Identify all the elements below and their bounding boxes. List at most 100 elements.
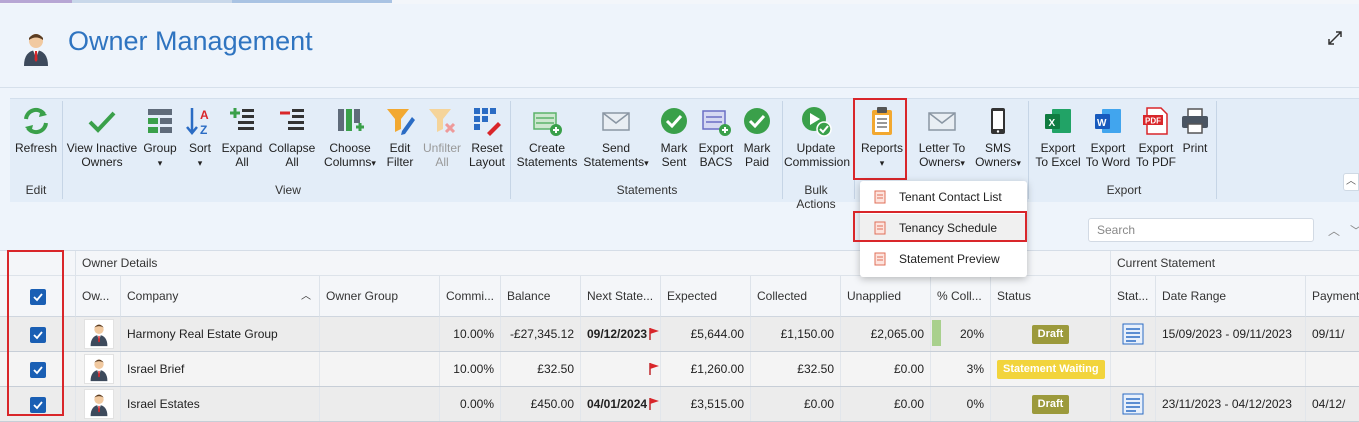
status-badge: Draft: [1031, 395, 1070, 415]
update-commission-icon: [802, 107, 832, 137]
column-header-commission[interactable]: Commi...: [440, 276, 501, 317]
payment-cell: 09/11/: [1312, 327, 1345, 341]
create-statements-button[interactable]: Create Statements: [516, 105, 578, 169]
collapse-all-button[interactable]: Collapse All: [266, 105, 318, 169]
status-badge: Draft: [1031, 325, 1070, 345]
collapse-all-icon: [280, 109, 304, 130]
refresh-button[interactable]: Refresh: [14, 105, 58, 155]
export-to-pdf-button[interactable]: PDF Export To PDF: [1134, 105, 1178, 169]
column-header-collected[interactable]: Collected: [751, 276, 841, 317]
view-inactive-owners-button[interactable]: View Inactive Owners: [66, 105, 138, 169]
payment-cell: [1306, 352, 1359, 386]
checkmark-icon: [88, 111, 116, 133]
column-header-owner[interactable]: Ow...: [76, 276, 121, 317]
create-statement-icon: [533, 112, 562, 136]
export-bacs-button[interactable]: Export BACS: [696, 105, 736, 169]
group-separator: [1028, 101, 1029, 199]
flag-icon: [649, 363, 659, 375]
collected-cell: £32.50: [751, 352, 841, 386]
unfilter-all-button[interactable]: Unfilter All: [420, 105, 464, 169]
column-header-date-range[interactable]: Date Range: [1156, 276, 1306, 317]
owner-avatar-icon: [84, 354, 114, 384]
menu-item-statement-preview[interactable]: Statement Preview: [860, 245, 1027, 273]
table-row[interactable]: Harmony Real Estate Group 10.00% -£27,34…: [0, 317, 1359, 352]
columns-icon: [338, 109, 364, 131]
column-header-next-statement[interactable]: Next State...: [581, 276, 661, 317]
check-circle-icon: [661, 108, 687, 134]
search-input[interactable]: [1088, 218, 1314, 242]
expand-all-button[interactable]: Expand All: [220, 105, 264, 169]
export-to-excel-button[interactable]: X Export To Excel: [1034, 105, 1082, 169]
company-cell: Harmony Real Estate Group: [121, 317, 320, 351]
group-icon: [148, 109, 172, 133]
send-statements-button[interactable]: Send Statements▾: [582, 105, 650, 170]
reset-layout-button[interactable]: Reset Layout: [466, 105, 508, 169]
balance-cell: £32.50: [501, 352, 581, 386]
expected-cell: £1,260.00: [661, 352, 751, 386]
edit-filter-button[interactable]: Edit Filter: [384, 105, 416, 169]
table-row[interactable]: Israel Estates 0.00% £450.00 04/01/2024 …: [0, 387, 1359, 422]
column-header-payment[interactable]: Payment: [1306, 276, 1359, 317]
column-header-status[interactable]: Status: [991, 276, 1111, 317]
flag-icon: [649, 328, 659, 340]
mark-sent-button[interactable]: Mark Sent: [654, 105, 694, 169]
export-to-word-button[interactable]: W Export To Word: [1084, 105, 1132, 169]
owner-avatar-icon: [84, 389, 114, 419]
balance-cell: £450.00: [501, 387, 581, 421]
report-doc-icon: [874, 252, 886, 266]
statement-status-cell: [1111, 352, 1156, 386]
menu-item-tenant-contact-list[interactable]: Tenant Contact List: [860, 183, 1027, 211]
payment-cell: 04/12/: [1312, 397, 1346, 411]
status-cell: Draft: [991, 317, 1111, 351]
bacs-icon: [702, 110, 731, 136]
group-header-current-statement: Current Statement: [1111, 251, 1359, 276]
unfilter-icon: [429, 109, 456, 134]
chevron-down-icon: ▾: [960, 158, 965, 168]
statement-document-icon[interactable]: [1122, 393, 1144, 415]
check-circle-icon: [744, 108, 770, 134]
owner-group-cell: [320, 317, 440, 351]
tab-indicator-1[interactable]: [0, 0, 72, 3]
sort-button[interactable]: A Z Sort ▾: [182, 105, 218, 170]
chevron-down-icon: ▾: [644, 158, 649, 168]
update-commission-button[interactable]: Update Commission: [784, 105, 850, 169]
group-label-bulk-actions: Bulk Actions: [796, 183, 836, 211]
chevron-down-icon: ▾: [197, 158, 203, 168]
company-cell: Israel Estates: [121, 387, 320, 421]
chevron-down-icon[interactable]: ﹀: [1350, 222, 1359, 239]
owner-group-cell: [320, 352, 440, 386]
group-button[interactable]: Group ▾: [140, 105, 180, 170]
chevron-down-icon: ▾: [157, 158, 163, 168]
chevron-up-icon[interactable]: ︿: [1328, 222, 1340, 239]
svg-text:PDF: PDF: [1145, 117, 1161, 126]
column-header-pct-collected[interactable]: % Coll...: [931, 276, 991, 317]
status-cell: Draft: [991, 387, 1111, 421]
column-header-unapplied[interactable]: Unapplied: [841, 276, 931, 317]
print-button[interactable]: Print: [1178, 105, 1212, 155]
letter-to-owners-button[interactable]: Letter To Owners▾: [912, 105, 972, 170]
owner-avatar-icon: [24, 34, 48, 66]
svg-text:X: X: [1049, 118, 1056, 129]
column-header-owner-group[interactable]: Owner Group: [320, 276, 440, 317]
choose-columns-button[interactable]: Choose Columns▾: [320, 105, 380, 170]
tab-indicator-3[interactable]: [232, 0, 392, 3]
mark-paid-button[interactable]: Mark Paid: [738, 105, 776, 169]
column-header-company[interactable]: Company ︿: [121, 276, 320, 317]
expand-icon[interactable]: [1327, 30, 1343, 46]
tab-indicator-2[interactable]: [72, 0, 232, 3]
column-header-statement-status[interactable]: Stat...: [1111, 276, 1156, 317]
column-header-balance[interactable]: Balance: [501, 276, 581, 317]
column-header-expected[interactable]: Expected: [661, 276, 751, 317]
pct-collected-cell: 3%: [931, 352, 991, 386]
collapse-ribbon-button[interactable]: ︿: [1343, 173, 1359, 191]
chevron-down-icon: ▾: [371, 158, 376, 168]
statement-document-icon[interactable]: [1122, 323, 1144, 345]
owners-grid: Owner Details Current Statement Ow... Co…: [0, 250, 1359, 422]
sms-owners-button[interactable]: SMS Owners▾: [972, 105, 1024, 170]
group-separator: [782, 101, 783, 199]
sort-icon: A Z: [186, 108, 209, 137]
status-badge: Statement Waiting: [997, 360, 1105, 380]
group-label-view: View: [275, 183, 301, 197]
table-row[interactable]: Israel Brief 10.00% £32.50 £1,260.00 £32…: [0, 352, 1359, 387]
filter-edit-icon: [387, 109, 415, 135]
